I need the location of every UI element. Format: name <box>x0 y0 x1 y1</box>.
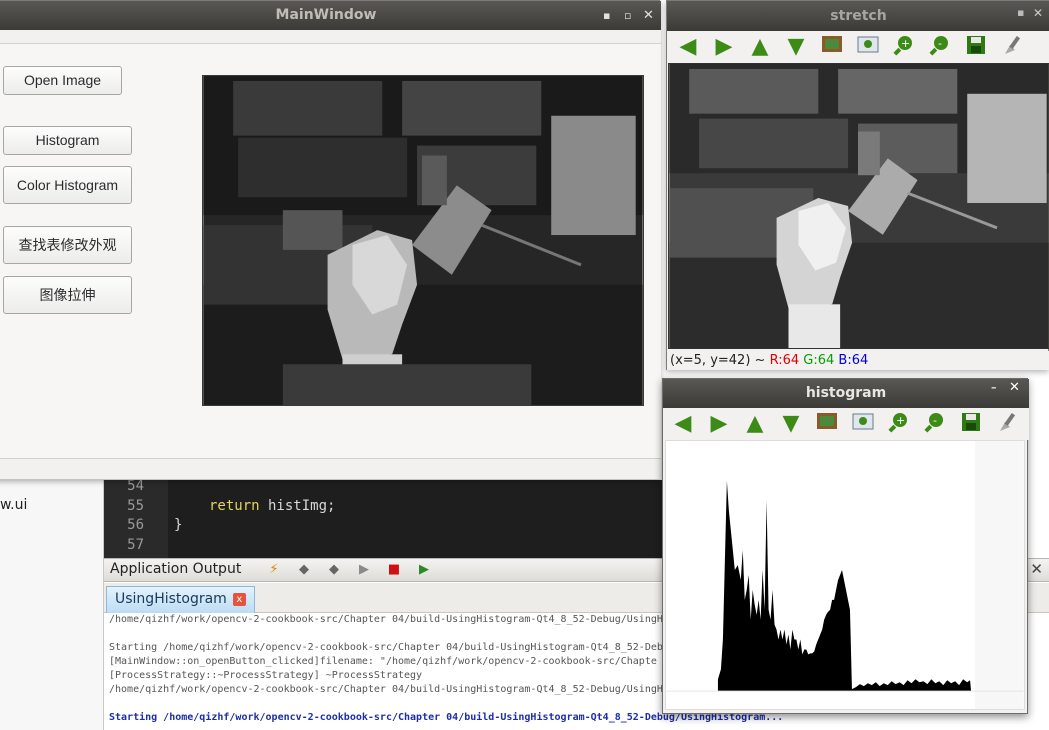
green-value: G:64 <box>803 353 835 368</box>
minimize-icon[interactable]: ▪ <box>603 1 610 30</box>
svg-text:-: - <box>938 37 942 50</box>
line-number: 57 <box>127 537 144 553</box>
project-sidebar <box>0 480 104 730</box>
open-image-button[interactable]: Open Image <box>3 66 122 95</box>
arrow-up-icon[interactable]: ▲ <box>742 411 768 437</box>
window-title: stretch <box>830 8 887 24</box>
zoom-in-icon[interactable]: + <box>886 411 912 437</box>
menu-bar <box>0 30 661 44</box>
close-icon[interactable]: ✕ <box>1009 379 1020 397</box>
zoom-fit-icon[interactable] <box>855 34 881 60</box>
output-line: /home/qizhf/work/opencv-2-cookbook-src/C… <box>109 684 669 695</box>
maximize-icon[interactable]: ▫ <box>624 1 631 30</box>
previous-icon[interactable]: ◆ <box>294 561 314 579</box>
zoom-out-icon[interactable]: - <box>927 34 953 60</box>
zoom-out-icon[interactable]: - <box>922 411 948 437</box>
project-file-item[interactable]: w.ui <box>0 497 27 513</box>
window-title: MainWindow <box>275 7 377 23</box>
stretched-image <box>668 63 1049 349</box>
stretch-window: stretch ▪ ✕ ◀ ▶ ▲ ▼ + - (x=5, y=42) ~ R:… <box>666 0 1049 370</box>
image-toolbar: ◀ ▶ ▲ ▼ + - <box>663 408 1029 440</box>
tab-label: UsingHistogram <box>115 591 227 607</box>
arrow-left-icon[interactable]: ◀ <box>670 411 696 437</box>
line-number: 55 <box>127 498 144 514</box>
stretch-button[interactable]: 图像拉伸 <box>3 276 132 314</box>
run-icon[interactable]: ▶ <box>354 561 374 579</box>
next-icon[interactable]: ◆ <box>324 561 344 579</box>
svg-text:+: + <box>896 414 905 427</box>
attach-debugger-icon[interactable]: ▶ <box>414 561 434 579</box>
output-line: /home/qizhf/work/opencv-2-cookbook-src/C… <box>109 614 669 625</box>
code-line: return histImg; <box>209 498 335 514</box>
save-icon[interactable] <box>963 34 989 60</box>
blue-value: B:64 <box>838 353 869 368</box>
close-tab-icon[interactable]: x <box>232 592 246 606</box>
histogram-titlebar[interactable]: histogram – ✕ <box>663 379 1029 408</box>
rerun-icon[interactable]: ⚡ <box>264 561 284 579</box>
brush-icon[interactable] <box>994 411 1020 437</box>
line-number: 54 <box>127 480 144 494</box>
main-window-content: Open Image Histogram Color Histogram 查找表… <box>0 44 661 458</box>
arrow-down-icon[interactable]: ▼ <box>778 411 804 437</box>
red-value: R:64 <box>769 353 800 368</box>
arrow-up-icon[interactable]: ▲ <box>747 34 773 60</box>
zoom-in-icon[interactable]: + <box>891 34 917 60</box>
pixel-info-status: (x=5, y=42) ~ R:64 G:64 B:64 <box>667 351 1049 370</box>
main-window: MainWindow ▪ ▫ ✕ Open Image Histogram Co… <box>0 0 661 479</box>
output-line: Starting /home/qizhf/work/opencv-2-cookb… <box>109 642 663 653</box>
save-icon[interactable] <box>958 411 984 437</box>
histogram-button[interactable]: Histogram <box>3 126 132 155</box>
histogram-plot <box>665 440 1025 710</box>
brush-icon[interactable] <box>999 34 1025 60</box>
cursor-position: (x=5, y=42) ~ <box>670 353 770 368</box>
line-number: 56 <box>127 517 144 533</box>
output-line: [ProcessStrategy::~ProcessStrategy] ~Pro… <box>109 670 423 681</box>
tab-usinghistogram[interactable]: UsingHistogram x <box>106 586 255 613</box>
source-image <box>202 75 644 406</box>
svg-text:+: + <box>901 37 910 50</box>
image-icon[interactable] <box>819 34 845 60</box>
zoom-fit-icon[interactable] <box>850 411 876 437</box>
close-icon[interactable]: ✕ <box>643 1 654 30</box>
color-histogram-button[interactable]: Color Histogram <box>3 166 132 204</box>
window-title: histogram <box>805 385 887 401</box>
code-keyword: return <box>209 498 260 514</box>
close-output-icon[interactable]: ✕ <box>1030 560 1043 578</box>
minimize-icon[interactable]: – <box>991 379 997 397</box>
minimize-icon[interactable]: ▪ <box>1017 1 1024 25</box>
code-line: } <box>174 517 183 533</box>
arrow-down-icon[interactable]: ▼ <box>783 34 809 60</box>
arrow-right-icon[interactable]: ▶ <box>706 411 732 437</box>
arrow-right-icon[interactable]: ▶ <box>711 34 737 60</box>
stretch-titlebar[interactable]: stretch ▪ ✕ <box>667 1 1049 31</box>
lookup-table-button[interactable]: 查找表修改外观 <box>3 226 132 264</box>
stop-icon[interactable]: ■ <box>384 561 404 579</box>
code-text: histImg; <box>259 498 336 514</box>
close-icon[interactable]: ✕ <box>1033 1 1043 25</box>
image-toolbar: ◀ ▶ ▲ ▼ + - <box>667 31 1049 63</box>
output-line: [MainWindow::on_openButton_clicked]filen… <box>109 656 657 667</box>
histogram-window: histogram – ✕ ◀ ▶ ▲ ▼ + - <box>662 378 1029 714</box>
arrow-left-icon[interactable]: ◀ <box>675 34 701 60</box>
code-editor[interactable]: 54 55 56 57 return histImg; } <box>104 480 664 558</box>
image-icon[interactable] <box>814 411 840 437</box>
svg-text:-: - <box>933 414 937 427</box>
application-output-title: Application Output <box>110 561 242 577</box>
main-window-titlebar[interactable]: MainWindow ▪ ▫ ✕ <box>0 1 661 30</box>
status-bar <box>0 458 661 479</box>
